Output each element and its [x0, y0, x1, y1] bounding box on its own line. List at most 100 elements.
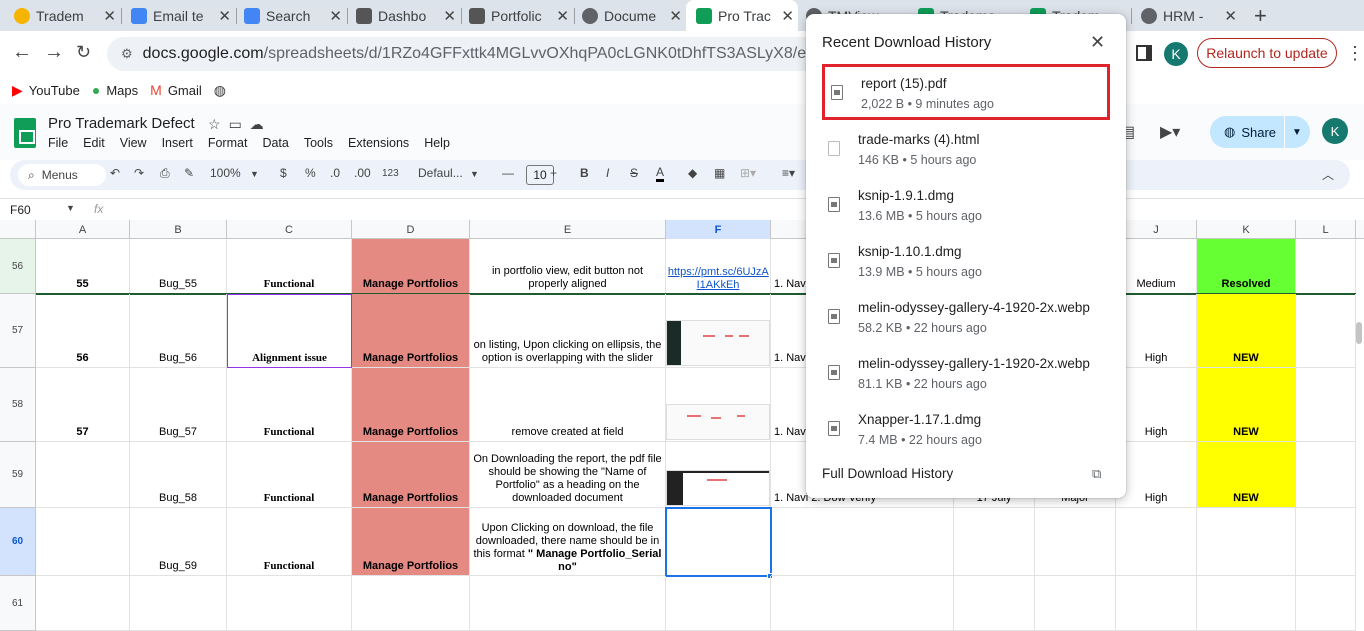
- cell-b61[interactable]: [130, 576, 227, 631]
- cell-d61[interactable]: [352, 576, 470, 631]
- font-size-decrease-button[interactable]: —: [502, 166, 514, 180]
- row-header-59[interactable]: 59: [0, 442, 36, 508]
- close-icon[interactable]: ✕: [556, 7, 569, 25]
- cell-j61[interactable]: [1116, 576, 1197, 631]
- star-icon[interactable]: ☆: [208, 116, 229, 132]
- cell-e56[interactable]: in portfolio view, edit button not prope…: [470, 239, 666, 294]
- cell-b58[interactable]: Bug_57: [130, 368, 227, 442]
- cell-j59[interactable]: High: [1116, 442, 1197, 508]
- currency-button[interactable]: $: [280, 166, 287, 180]
- document-title[interactable]: Pro Trademark Defect: [48, 115, 195, 132]
- full-download-history-link[interactable]: Full Download History: [822, 466, 953, 481]
- column-header-l[interactable]: L: [1296, 220, 1356, 239]
- cell-b60[interactable]: Bug_59: [130, 508, 227, 576]
- close-icon[interactable]: ✕: [329, 7, 342, 25]
- tab-trademark[interactable]: Tradem ✕: [14, 3, 120, 28]
- font-select[interactable]: Defaul...: [418, 166, 463, 180]
- cell-l57[interactable]: [1296, 294, 1356, 368]
- cell-f61[interactable]: [666, 576, 771, 631]
- percent-button[interactable]: %: [305, 166, 316, 180]
- download-item[interactable]: Xnapper-1.17.1.dmg 7.4 MB • 22 hours ago: [822, 403, 1110, 459]
- close-icon[interactable]: ✕: [1224, 7, 1237, 25]
- cell-b59[interactable]: Bug_58: [130, 442, 227, 508]
- forward-icon[interactable]: →: [44, 41, 64, 64]
- merge-cells-icon[interactable]: ⊞▾: [740, 166, 756, 180]
- row-header-60[interactable]: 60: [0, 508, 36, 576]
- profile-avatar[interactable]: K: [1164, 42, 1188, 66]
- cell-c58[interactable]: Functional: [227, 368, 352, 442]
- column-header-j[interactable]: J: [1116, 220, 1197, 239]
- cell-k61[interactable]: [1197, 576, 1296, 631]
- cell-l58[interactable]: [1296, 368, 1356, 442]
- tab-search[interactable]: Search ✕: [244, 3, 346, 28]
- cell-e61[interactable]: [470, 576, 666, 631]
- cell-l59[interactable]: [1296, 442, 1356, 508]
- cell-k60[interactable]: [1197, 508, 1296, 576]
- close-icon[interactable]: ✕: [1090, 32, 1105, 53]
- cell-k58-status[interactable]: NEW: [1197, 368, 1296, 442]
- chevron-down-icon[interactable]: ▼: [1292, 127, 1302, 138]
- font-size-increase-button[interactable]: +: [550, 166, 557, 180]
- cell-c60[interactable]: Functional: [227, 508, 352, 576]
- row-header-56[interactable]: 56: [0, 239, 36, 294]
- row-header-61[interactable]: 61: [0, 576, 36, 631]
- menu-extensions[interactable]: Extensions: [348, 136, 409, 150]
- sheets-logo-icon[interactable]: [14, 118, 36, 148]
- download-item[interactable]: report (15).pdf 2,022 B • 9 minutes ago: [822, 64, 1110, 120]
- cell-l60[interactable]: [1296, 508, 1356, 576]
- cell-i60[interactable]: [1035, 508, 1116, 576]
- address-bar[interactable]: ⚙ docs.google.com /spreadsheets/d/1RZo4G…: [107, 37, 847, 71]
- bold-button[interactable]: B: [580, 166, 589, 180]
- column-header-d[interactable]: D: [352, 220, 470, 239]
- borders-icon[interactable]: ▦: [714, 166, 725, 180]
- bookmark-gmail[interactable]: M Gmail: [150, 82, 202, 98]
- chevron-down-icon[interactable]: ▼: [470, 169, 479, 179]
- chevron-down-icon[interactable]: ▼: [66, 203, 75, 213]
- cell-a61[interactable]: [36, 576, 130, 631]
- cell-j60[interactable]: [1116, 508, 1197, 576]
- download-item[interactable]: trade-marks (4).html 146 KB • 5 hours ag…: [822, 123, 1110, 179]
- row-header-58[interactable]: 58: [0, 368, 36, 442]
- download-item[interactable]: melin-odyssey-gallery-1-1920-2x.webp 81.…: [822, 347, 1110, 403]
- new-tab-icon[interactable]: +: [1254, 3, 1267, 29]
- cell-g61[interactable]: [771, 576, 954, 631]
- download-item[interactable]: ksnip-1.9.1.dmg 13.6 MB • 5 hours ago: [822, 179, 1110, 235]
- menu-tools[interactable]: Tools: [304, 136, 333, 150]
- user-avatar[interactable]: K: [1322, 118, 1348, 144]
- share-button[interactable]: ◍ Share ▼: [1210, 116, 1310, 148]
- select-all-corner[interactable]: [0, 220, 36, 239]
- cell-j58[interactable]: High: [1116, 368, 1197, 442]
- number-format-button[interactable]: 123: [382, 168, 399, 179]
- cell-a59[interactable]: [36, 442, 130, 508]
- cell-e58[interactable]: remove created at field: [470, 368, 666, 442]
- cell-k59-status[interactable]: NEW: [1197, 442, 1296, 508]
- close-icon[interactable]: ✕: [669, 7, 682, 25]
- column-header-c[interactable]: C: [227, 220, 352, 239]
- site-info-icon[interactable]: ⚙: [121, 46, 133, 62]
- meet-icon[interactable]: ▶▾: [1160, 122, 1180, 142]
- cell-l56[interactable]: [1296, 239, 1356, 294]
- cell-c59[interactable]: Functional: [227, 442, 352, 508]
- tab-hrm[interactable]: HRM - ✕: [1141, 3, 1241, 28]
- screenshot-thumbnail[interactable]: [666, 404, 770, 440]
- menu-data[interactable]: Data: [262, 136, 288, 150]
- decrease-decimal-button[interactable]: .0: [330, 166, 340, 180]
- vertical-scrollbar[interactable]: [1356, 322, 1362, 344]
- bookmark-globe[interactable]: ◍: [214, 82, 232, 99]
- cell-a58[interactable]: 57: [36, 368, 130, 442]
- text-color-button[interactable]: A: [656, 166, 665, 182]
- back-icon[interactable]: ←: [12, 41, 32, 64]
- close-icon[interactable]: ✕: [218, 7, 231, 25]
- relaunch-button[interactable]: Relaunch to update: [1197, 38, 1337, 68]
- cell-d58[interactable]: Manage Portfolios: [352, 368, 470, 442]
- cell-e60[interactable]: Upon Clicking on download, the file down…: [470, 508, 666, 576]
- tab-portfolio[interactable]: Portfolic ✕: [469, 3, 573, 28]
- paint-format-icon[interactable]: ✎: [184, 166, 194, 180]
- menu-view[interactable]: View: [120, 136, 147, 150]
- undo-icon[interactable]: ↶: [110, 166, 120, 180]
- italic-button[interactable]: I: [606, 166, 609, 180]
- cell-h60[interactable]: [954, 508, 1035, 576]
- menu-edit[interactable]: Edit: [83, 136, 105, 150]
- cell-g60[interactable]: [771, 508, 954, 576]
- menus-search[interactable]: ⌕ Menus: [18, 164, 106, 186]
